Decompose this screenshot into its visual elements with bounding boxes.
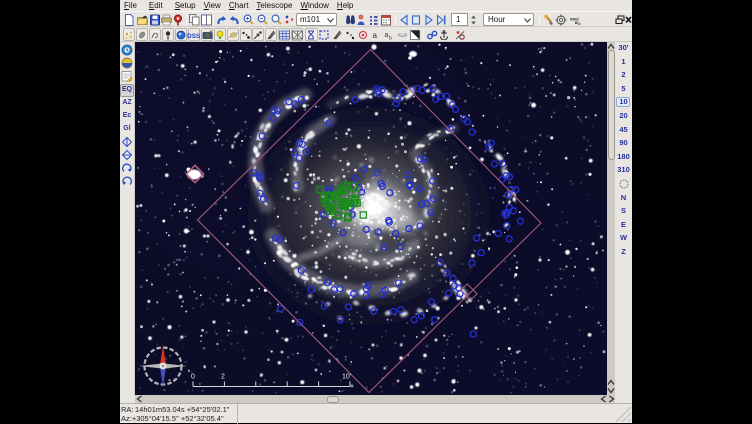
svg-text:DSS: DSS (187, 33, 201, 40)
svg-text:10': 10' (342, 374, 351, 381)
svg-text:a: a (373, 31, 378, 40)
svg-text:2: 2 (221, 374, 225, 381)
svg-text:a: a (385, 32, 389, 39)
svg-text:0: 0 (191, 374, 195, 381)
svg-text:b: b (389, 36, 392, 41)
